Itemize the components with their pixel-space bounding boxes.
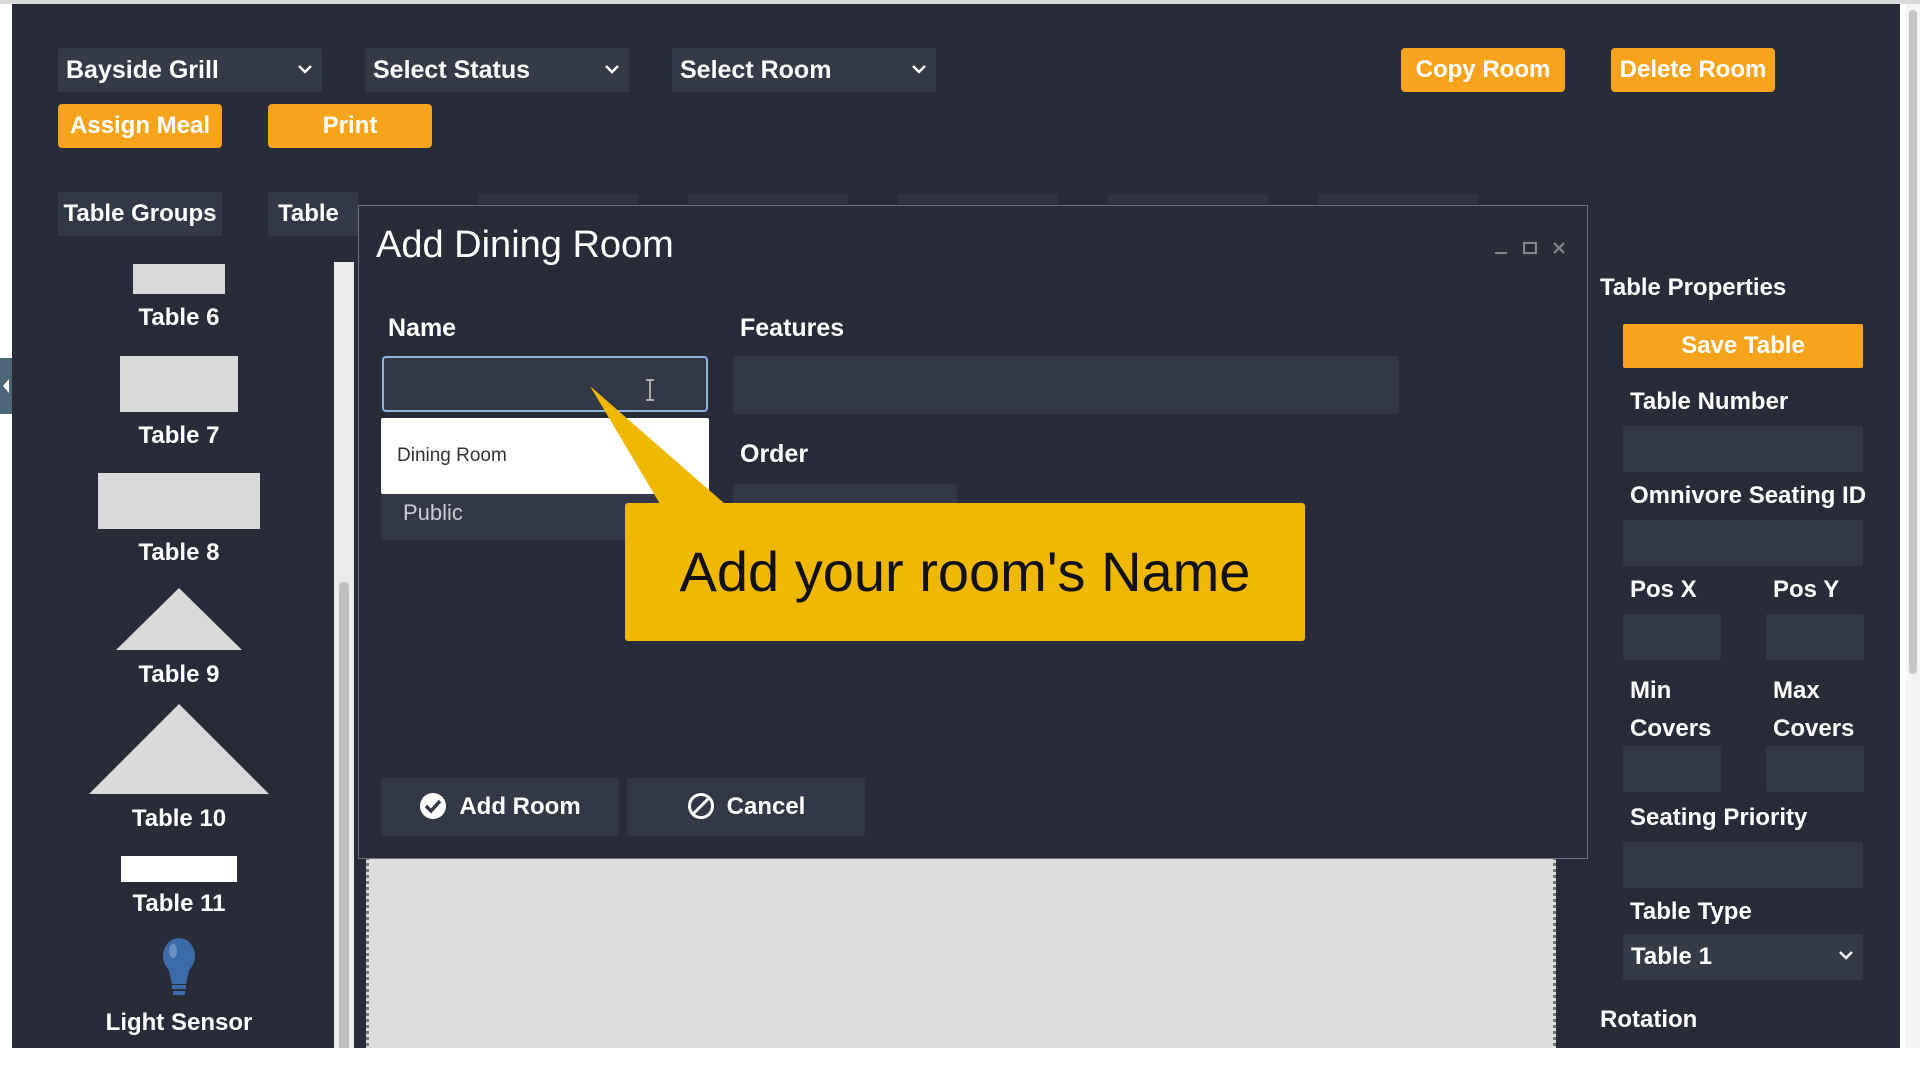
table-shape — [98, 473, 260, 529]
palette-item-table-7[interactable]: Table 7 — [12, 356, 346, 450]
pos-y-field[interactable] — [1766, 614, 1864, 660]
tab-placeholder — [1318, 194, 1478, 204]
scrollbar-thumb[interactable] — [1909, 10, 1917, 674]
chevron-down-icon — [912, 65, 926, 74]
restaurant-select[interactable]: Bayside Grill — [58, 48, 322, 92]
collapse-panel-handle[interactable] — [0, 358, 12, 414]
palette-item-table-11[interactable]: Table 11 — [12, 856, 346, 918]
order-label: Order — [740, 440, 809, 468]
seating-priority-label: Seating Priority — [1630, 804, 1808, 831]
delete-room-button[interactable]: Delete Room — [1611, 48, 1775, 92]
palette-item-table-10[interactable]: Table 10 — [12, 704, 346, 833]
palette-item-label: Table 6 — [138, 304, 220, 331]
text-cursor-icon — [646, 379, 654, 401]
print-button[interactable]: Print — [268, 104, 432, 148]
tab-placeholder — [688, 194, 848, 204]
add-room-button[interactable]: Add Room — [381, 778, 619, 836]
palette-item-label: Table 7 — [138, 422, 220, 449]
add-room-label: Add Room — [459, 793, 581, 820]
assign-meal-button[interactable]: Assign Meal — [58, 104, 222, 148]
minimize-icon[interactable] — [1493, 240, 1509, 256]
palette-item-label: Table 9 — [138, 661, 220, 688]
min-covers-label-line2: Covers — [1630, 715, 1712, 742]
omnivore-seating-id-label: Omnivore Seating ID — [1630, 482, 1867, 509]
min-covers-label: Min Covers — [1630, 672, 1711, 748]
max-covers-field[interactable] — [1766, 746, 1864, 792]
close-icon[interactable] — [1551, 240, 1567, 256]
table-type-value: Table 1 — [1631, 943, 1712, 970]
chevron-down-icon — [605, 65, 619, 74]
pos-x-field[interactable] — [1623, 614, 1721, 660]
palette-item-label: Table 8 — [138, 539, 220, 566]
table-properties-heading: Table Properties — [1600, 274, 1787, 301]
palette-item-table-8[interactable]: Table 8 — [12, 473, 346, 567]
callout-pointer — [590, 386, 725, 504]
room-canvas[interactable] — [366, 852, 1556, 1048]
table-shape — [121, 856, 237, 882]
palette-item-label: Table 11 — [132, 890, 226, 917]
max-covers-label: Max Covers — [1773, 672, 1854, 748]
table-number-label: Table Number — [1630, 388, 1789, 415]
table-palette: Table 6 Table 7 Table 8 Table 9 Table 10… — [12, 262, 322, 1048]
triangle-table-shape — [89, 704, 269, 794]
palette-item-label: Light Sensor — [105, 1009, 253, 1036]
name-label: Name — [388, 314, 457, 342]
table-shape — [133, 264, 225, 294]
pos-x-label: Pos X — [1630, 576, 1697, 603]
seating-priority-field[interactable] — [1623, 842, 1863, 888]
cancel-button[interactable]: Cancel — [627, 778, 865, 836]
tutorial-callout: Add your room's Name — [625, 503, 1305, 641]
palette-item-table-9[interactable]: Table 9 — [12, 588, 346, 689]
room-select-value: Select Room — [680, 56, 832, 84]
tab-placeholder — [478, 194, 638, 204]
check-circle-icon — [420, 792, 447, 819]
min-covers-field[interactable] — [1623, 746, 1721, 792]
cancel-label: Cancel — [726, 793, 806, 820]
visibility-value: Public — [403, 500, 463, 525]
palette-item-light-sensor[interactable]: Light Sensor — [12, 938, 346, 1037]
app-window: Bayside Grill Select Status Select Room … — [12, 4, 1900, 1048]
scrollbar-thumb[interactable] — [339, 582, 349, 1048]
lightbulb-icon — [163, 938, 195, 995]
table-properties-panel: Table Properties Save Table Table Number… — [1600, 262, 1900, 1048]
restaurant-select-value: Bayside Grill — [66, 56, 219, 84]
tab-placeholder — [1108, 194, 1268, 204]
rotation-label: Rotation — [1600, 1006, 1698, 1033]
palette-item-table-6[interactable]: Table 6 — [12, 264, 346, 332]
table-number-field[interactable] — [1623, 426, 1863, 472]
tab-table-partial[interactable]: Table F — [268, 192, 358, 236]
table-shape — [120, 356, 238, 412]
triangle-table-shape — [116, 588, 242, 650]
min-covers-label-line1: Min — [1630, 677, 1672, 704]
table-type-label: Table Type — [1630, 898, 1752, 925]
tab-table-groups[interactable]: Table Groups — [58, 192, 222, 236]
copy-room-button[interactable]: Copy Room — [1401, 48, 1565, 92]
palette-scrollbar[interactable] — [334, 262, 354, 1048]
omnivore-seating-id-field[interactable] — [1623, 520, 1863, 566]
features-label: Features — [740, 314, 845, 342]
chevron-down-icon — [1839, 951, 1853, 960]
chevron-left-icon — [3, 379, 9, 393]
cancel-circle-icon — [687, 792, 714, 819]
pos-y-label: Pos Y — [1773, 576, 1840, 603]
maximize-icon[interactable] — [1522, 240, 1538, 256]
status-select[interactable]: Select Status — [365, 48, 629, 92]
tab-placeholder — [898, 194, 1058, 204]
features-field[interactable] — [733, 356, 1399, 414]
room-select[interactable]: Select Room — [672, 48, 936, 92]
save-table-button[interactable]: Save Table — [1623, 324, 1863, 368]
dialog-title: Add Dining Room — [376, 224, 674, 266]
status-select-value: Select Status — [373, 56, 531, 84]
table-type-select[interactable]: Table 1 — [1623, 934, 1863, 980]
palette-item-label: Table 10 — [131, 805, 227, 832]
max-covers-label-line2: Covers — [1773, 715, 1855, 742]
chevron-down-icon — [298, 65, 312, 74]
page-scrollbar[interactable] — [1906, 4, 1920, 1048]
max-covers-label-line1: Max — [1773, 677, 1820, 704]
